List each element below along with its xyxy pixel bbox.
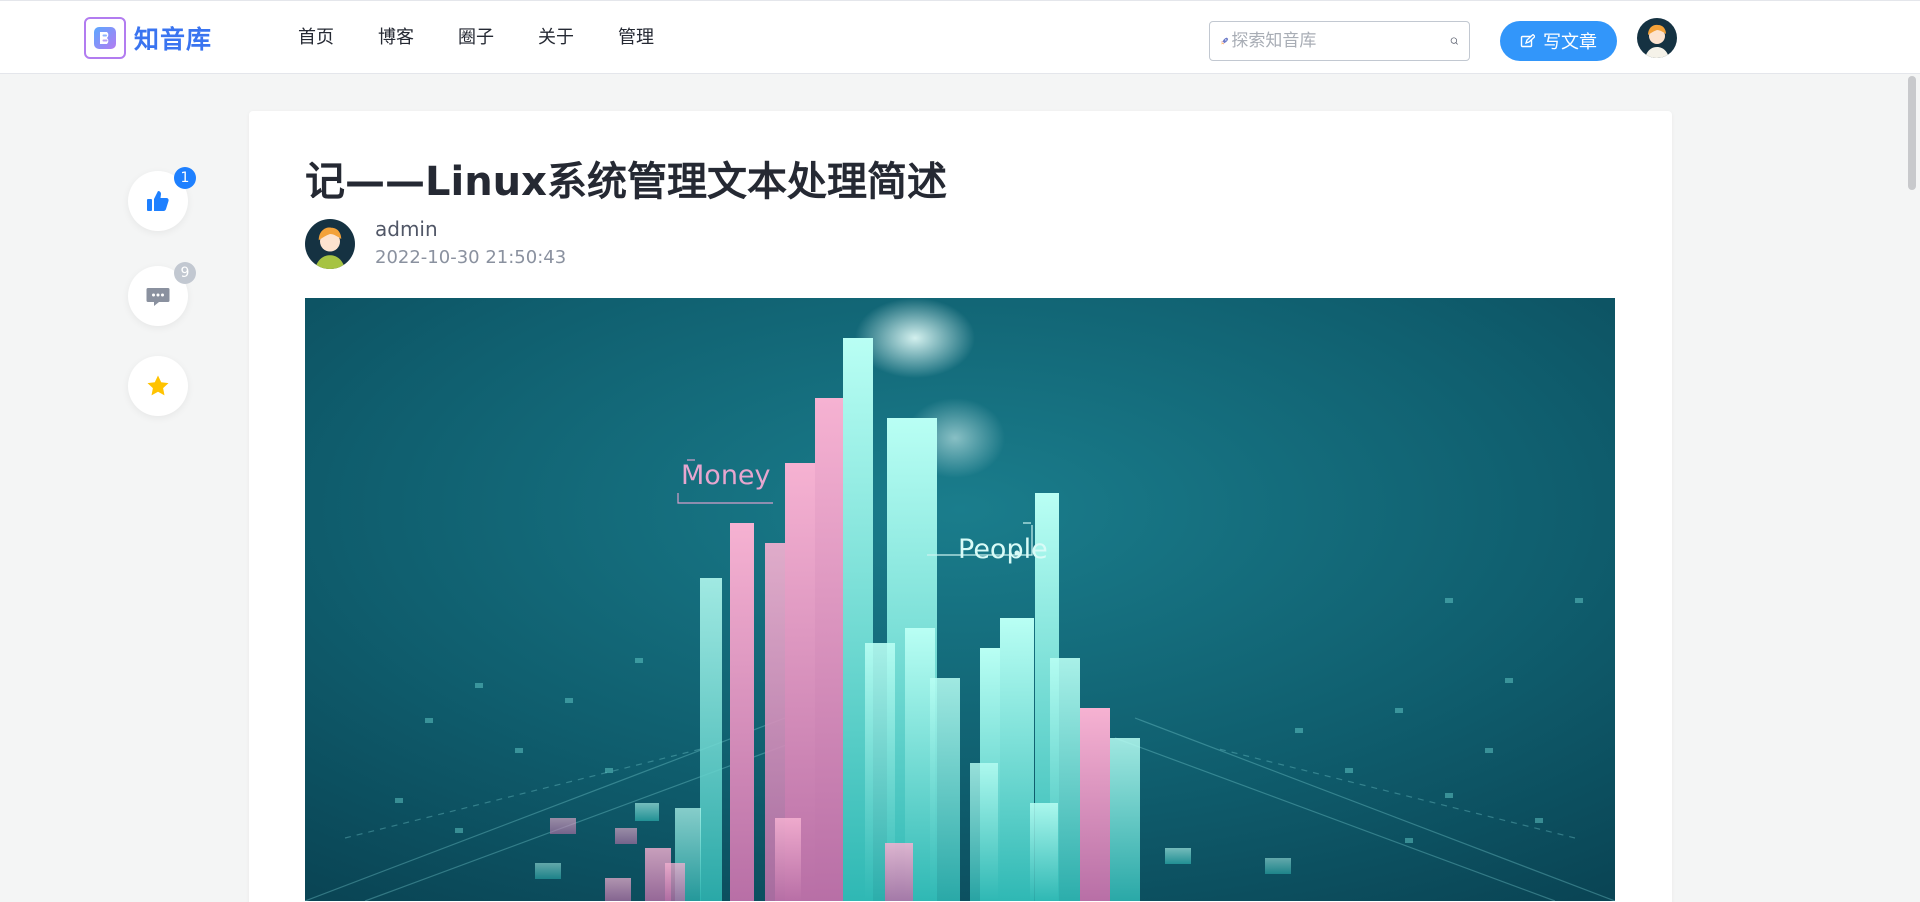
like-button[interactable]: 1 <box>128 167 196 231</box>
nav-item-blog[interactable]: 博客 <box>378 25 414 51</box>
like-count-badge: 1 <box>174 167 196 189</box>
author-name[interactable]: admin <box>375 217 438 241</box>
search-icon[interactable] <box>1450 31 1459 51</box>
publish-time: 2022-10-30 21:50:43 <box>375 247 567 268</box>
comment-button[interactable]: 9 <box>128 262 196 326</box>
rocket-icon <box>1221 37 1229 45</box>
write-article-button[interactable]: 写文章 <box>1500 21 1617 61</box>
comment-count-badge: 9 <box>174 262 196 284</box>
article-card: 记——Linux系统管理文本处理简述 admin 2022-10-30 21:5… <box>249 111 1672 902</box>
user-avatar[interactable] <box>1637 18 1677 58</box>
author-avatar[interactable] <box>305 219 355 269</box>
thumbs-up-icon <box>147 191 169 211</box>
nav-item-about[interactable]: 关于 <box>538 25 574 51</box>
favorite-button[interactable] <box>128 356 188 416</box>
cover-label-money: Money <box>681 460 771 491</box>
comment-icon <box>146 288 170 306</box>
write-article-label: 写文章 <box>1543 32 1597 53</box>
scrollbar-thumb[interactable] <box>1908 76 1916 190</box>
star-icon <box>147 375 169 396</box>
article-cover-image: Money People <box>305 298 1615 901</box>
cover-label-people: People <box>958 534 1048 565</box>
nav-item-circle[interactable]: 圈子 <box>458 25 494 51</box>
edit-icon <box>1520 33 1535 47</box>
site-logo[interactable]: 知音库 <box>84 17 212 59</box>
brand-name: 知音库 <box>134 25 213 54</box>
article-title: 记——Linux系统管理文本处理简述 <box>305 159 947 205</box>
search-box <box>1209 21 1470 61</box>
nav-item-home[interactable]: 首页 <box>298 25 334 51</box>
scrollbar-track <box>1902 74 1920 902</box>
search-input[interactable] <box>1231 31 1451 51</box>
logo-b-icon <box>84 17 126 59</box>
top-header: 知音库 首页 博客 圈子 关于 管理 写文章 <box>0 0 1920 74</box>
main-nav: 首页 博客 圈子 关于 管理 <box>298 25 698 51</box>
nav-item-admin[interactable]: 管理 <box>618 25 654 51</box>
